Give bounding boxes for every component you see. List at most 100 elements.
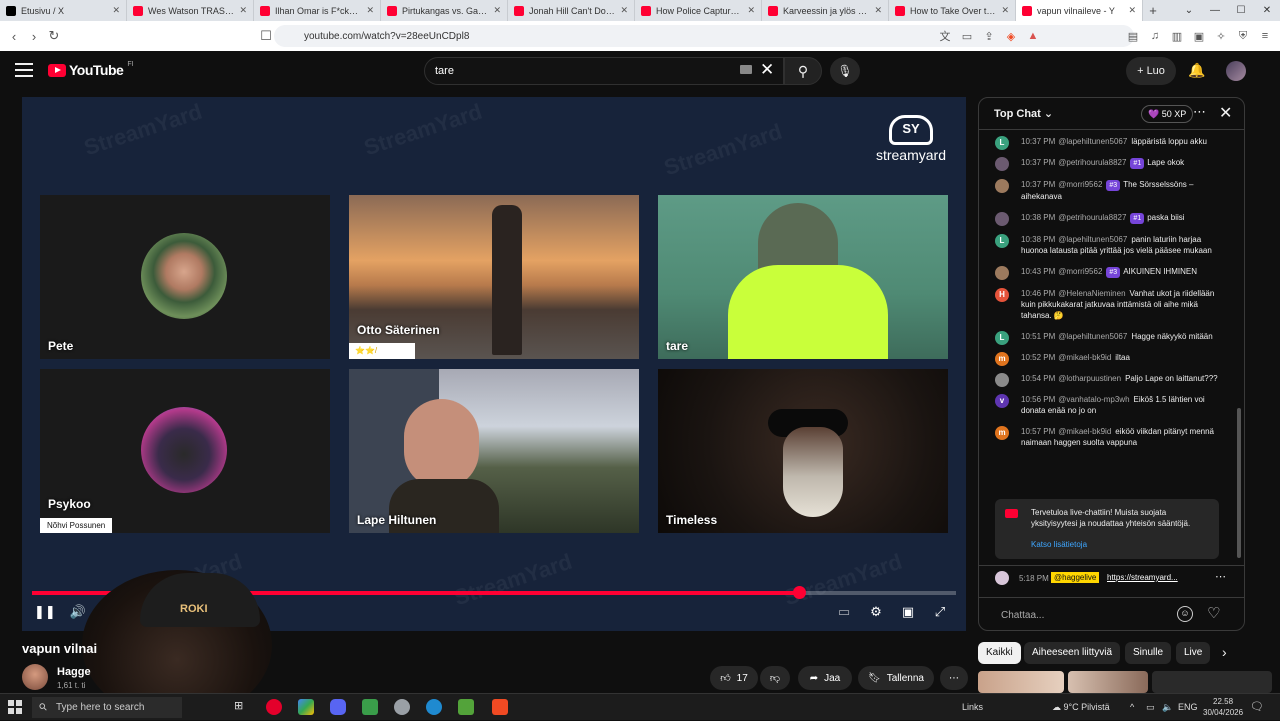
menu-icon[interactable]: ≡ xyxy=(1258,30,1272,42)
chat-message[interactable]: 10:54 PM @lotharpuustinen Paljo Lape on la… xyxy=(979,373,1239,387)
taskbar-search[interactable]: Type here to search xyxy=(32,697,182,718)
message-author[interactable]: @morri9562 xyxy=(1058,180,1102,189)
message-author[interactable]: @petrihourula8827 xyxy=(1058,213,1126,222)
sidebar-icon[interactable]: ▤ xyxy=(1126,30,1140,43)
channel-name[interactable]: Hagge xyxy=(57,666,91,678)
message-author[interactable]: @HelenaNieminen xyxy=(1058,289,1125,298)
translate-icon[interactable]: 文 xyxy=(938,28,952,44)
music-icon[interactable]: ♫ xyxy=(1148,30,1162,42)
account-avatar[interactable] xyxy=(1226,61,1246,81)
chat-message[interactable]: L 10:51 PM @lapehiltunen5067 Hagge näkyykö … xyxy=(979,331,1239,345)
close-tab-icon[interactable]: ✕ xyxy=(493,5,501,16)
chat-message[interactable]: 10:37 PM @morri9562 #3 The Sörsselssöns – a… xyxy=(979,179,1239,202)
message-author[interactable]: @lapehiltunen5067 xyxy=(1058,235,1127,244)
leo-icon[interactable]: ✧ xyxy=(1214,30,1228,43)
chip-live[interactable]: Live xyxy=(1176,642,1211,664)
chat-message[interactable]: m 10:57 PM @mikael-bk9id eiköö viikdan pitä… xyxy=(979,426,1239,448)
chat-app-icon[interactable] xyxy=(362,699,378,715)
voice-search-button[interactable]: 🎙 xyxy=(830,57,860,85)
message-author[interactable]: @mikael-bk9id xyxy=(1058,353,1111,362)
recommended-thumbnail[interactable] xyxy=(1068,671,1148,693)
vpn-icon[interactable]: ⛨ xyxy=(1236,30,1250,43)
tray-up-icon[interactable]: ^ xyxy=(1130,694,1134,721)
save-button[interactable]: 🔖︎ Tallenna xyxy=(858,666,934,690)
more-dots-icon[interactable]: ⋯ xyxy=(1215,570,1226,583)
clear-search-icon[interactable]: ✕ xyxy=(760,60,774,80)
rewards-icon[interactable]: ▲ xyxy=(1026,30,1040,42)
system-clock[interactable]: 22.58 30/04/2026 xyxy=(1203,696,1243,718)
search-button[interactable]: ⚲ xyxy=(784,57,822,85)
browser-tab[interactable]: vapun vilnaileve - Y ✕ xyxy=(1016,0,1143,21)
seek-handle[interactable] xyxy=(792,586,806,599)
subtitles-icon[interactable]: ▭ xyxy=(834,602,854,622)
app-icon[interactable] xyxy=(394,699,410,715)
chat-message[interactable]: m 10:52 PM @mikael-bk9id iltaa xyxy=(979,352,1239,366)
like-button[interactable]: 👍︎ 17 xyxy=(710,666,758,690)
edge-icon[interactable] xyxy=(426,699,442,715)
message-author[interactable]: @vanhatalo-mp3wh xyxy=(1058,395,1129,404)
recommended-thumbnail[interactable] xyxy=(978,671,1064,693)
browser-tab[interactable]: How Police Captured Flori ✕ xyxy=(635,0,762,21)
chat-message[interactable]: v 10:56 PM @vanhatalo-mp3wh Eiköš 1.5 lähti… xyxy=(979,394,1239,416)
more-actions-button[interactable]: ⋯ xyxy=(940,666,968,690)
chip-related[interactable]: Aiheeseen liittyviä xyxy=(1024,642,1121,664)
maximize-button[interactable]: ☐ xyxy=(1228,0,1254,21)
dislike-button[interactable]: 👎︎ xyxy=(760,666,790,690)
create-button[interactable]: + Luo xyxy=(1126,57,1176,85)
close-tab-icon[interactable]: ✕ xyxy=(366,5,374,16)
recommended-thumbnail[interactable] xyxy=(1152,671,1272,693)
bookmark-icon[interactable]: ☐ xyxy=(256,28,276,44)
brave-icon[interactable] xyxy=(492,699,508,715)
network-icon[interactable]: ▭ xyxy=(1146,694,1155,721)
chat-message[interactable]: L 10:37 PM @lapehiltunen5067 läppäristä lop… xyxy=(979,136,1239,150)
message-author[interactable]: @mikael-bk9id xyxy=(1058,427,1111,436)
close-window-button[interactable]: ✕ xyxy=(1254,0,1280,21)
pause-icon[interactable]: ❚❚ xyxy=(34,602,56,622)
chat-message[interactable]: L 10:38 PM @lapehiltunen5067 panin laturiin… xyxy=(979,234,1239,256)
chat-message[interactable]: H 10:46 PM @HelenaNieminen Vanhat ukot ja r… xyxy=(979,288,1239,321)
play-app-icon[interactable] xyxy=(458,699,474,715)
browser-tab[interactable]: Ilhan Omar is F*cked. - Yo ✕ xyxy=(254,0,381,21)
share-icon[interactable]: ⇪ xyxy=(982,30,996,43)
message-author[interactable]: @morri9562 xyxy=(1058,267,1102,276)
close-chat-icon[interactable]: ✕ xyxy=(1219,103,1232,123)
volume-icon[interactable]: 🔊 xyxy=(68,602,88,622)
message-author[interactable]: @lotharpuustinen xyxy=(1058,374,1121,383)
menu-icon[interactable] xyxy=(15,63,33,77)
chat-message[interactable]: 10:43 PM @morri9562 #3 AIKUINEN IHMINEN xyxy=(979,266,1239,280)
browser-tab[interactable]: Karveessin ja ylös karveei ✕ xyxy=(762,0,889,21)
browser-tab[interactable]: How to Take Over the Wo ✕ xyxy=(889,0,1016,21)
pinned-link[interactable]: https://streamyard... xyxy=(1107,573,1178,582)
chips-next-icon[interactable]: › xyxy=(1222,644,1227,660)
close-tab-icon[interactable]: ✕ xyxy=(874,5,882,16)
language-indicator[interactable]: ENG xyxy=(1178,694,1198,721)
discord-icon[interactable] xyxy=(330,699,346,715)
reload-button[interactable]: ↻ xyxy=(44,28,64,44)
search-input[interactable]: tare xyxy=(424,57,784,85)
settings-gear-icon[interactable]: ⚙ xyxy=(866,602,886,622)
close-tab-icon[interactable]: ✕ xyxy=(747,5,755,16)
back-button[interactable]: ‹ xyxy=(4,29,24,44)
panel-icon[interactable]: ▥ xyxy=(1170,30,1184,43)
weather-widget[interactable]: ☁ 9°C Pilvistä xyxy=(1052,694,1110,721)
chevron-down-icon[interactable]: ⌄ xyxy=(1176,0,1202,21)
links-toolbar[interactable]: Links xyxy=(962,694,983,721)
miniplayer-icon[interactable]: ▣ xyxy=(898,602,918,622)
message-author[interactable]: @lapehiltunen5067 xyxy=(1058,332,1127,341)
message-author[interactable]: @lapehiltunen5067 xyxy=(1058,137,1127,146)
close-tab-icon[interactable]: ✕ xyxy=(112,5,120,16)
learn-more-link[interactable]: Katso lisätietoja xyxy=(1031,539,1211,550)
chat-scrollbar[interactable] xyxy=(1237,408,1241,558)
pinned-author[interactable]: @haggelive xyxy=(1051,572,1100,583)
task-view-icon[interactable]: ⊞ xyxy=(234,699,250,715)
brave-shield-icon[interactable]: ◈ xyxy=(1004,30,1018,43)
emoji-icon[interactable]: ☺ xyxy=(1177,606,1193,622)
channel-avatar[interactable] xyxy=(22,664,48,690)
close-tab-icon[interactable]: ✕ xyxy=(1001,5,1009,16)
new-tab-button[interactable]: + xyxy=(1143,3,1163,18)
video-player[interactable]: StreamYard StreamYard StreamYard StreamYard… xyxy=(22,97,966,631)
notifications-bell-icon[interactable]: 🔔 xyxy=(1188,62,1205,79)
close-tab-icon[interactable]: ✕ xyxy=(620,5,628,16)
windows-start-icon[interactable] xyxy=(8,700,22,714)
more-options-icon[interactable]: ⋯ xyxy=(1193,104,1206,120)
